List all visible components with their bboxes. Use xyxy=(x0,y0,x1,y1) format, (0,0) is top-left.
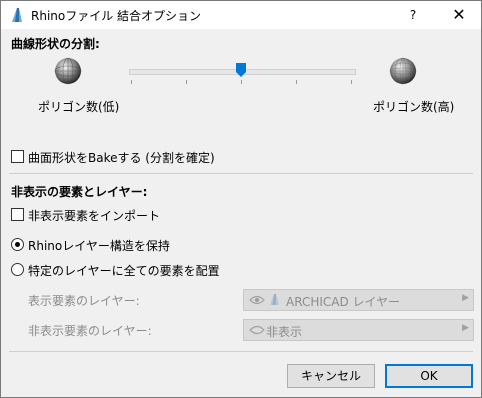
footer-divider xyxy=(9,351,473,352)
bake-checkbox[interactable] xyxy=(11,150,24,163)
low-polygon-label: ポリゴン数(低) xyxy=(38,100,120,114)
place-on-layer-radio[interactable] xyxy=(11,263,24,276)
ok-button[interactable]: OK xyxy=(385,364,473,388)
low-poly-sphere-icon xyxy=(54,57,82,85)
hidden-layer-value: 非表示 xyxy=(266,325,303,339)
help-button[interactable]: ? xyxy=(401,3,425,27)
slider-tick xyxy=(296,80,297,84)
bake-label[interactable]: 曲面形状をBakeする (分割を確定) xyxy=(28,149,215,166)
window-title: Rhinoファイル 結合オプション xyxy=(31,9,202,23)
section-divider xyxy=(9,173,473,174)
dropdown-arrow-icon: ▶ xyxy=(462,293,469,303)
slider-tick xyxy=(186,80,187,84)
layer-icon xyxy=(270,294,279,305)
high-poly-sphere-icon xyxy=(389,57,417,85)
visible-layer-label: 表示要素のレイヤー: xyxy=(28,294,140,308)
visible-layer-value: ARCHICAD レイヤー xyxy=(286,295,401,309)
subdivision-slider-thumb[interactable] xyxy=(236,63,246,77)
visible-layer-dropdown[interactable]: ARCHICAD レイヤー ▶ xyxy=(243,289,474,311)
close-button[interactable]: ✕ xyxy=(443,3,475,27)
title-bar: Rhinoファイル 結合オプション ? ✕ xyxy=(1,1,481,29)
radio-selected-dot xyxy=(15,242,20,247)
import-hidden-label[interactable]: 非表示要素をインポート xyxy=(28,207,160,224)
hidden-elements-heading: 非表示の要素とレイヤー: xyxy=(11,185,148,199)
hidden-layer-dropdown[interactable]: 非表示 ▶ xyxy=(243,319,474,341)
subdivision-heading: 曲線形状の分割: xyxy=(11,37,100,51)
hidden-layer-label: 非表示要素のレイヤー: xyxy=(28,324,152,338)
archicad-app-icon xyxy=(12,8,22,22)
cancel-button[interactable]: キャンセル xyxy=(287,364,375,388)
high-polygon-label: ポリゴン数(高) xyxy=(373,100,455,114)
eye-icon xyxy=(249,295,265,305)
closed-eye-icon xyxy=(249,325,265,335)
dropdown-arrow-icon: ▶ xyxy=(462,323,469,333)
slider-tick xyxy=(241,80,242,84)
keep-rhino-layers-label[interactable]: Rhinoレイヤー構造を保持 xyxy=(28,237,170,254)
place-on-layer-label[interactable]: 特定のレイヤーに全ての要素を配置 xyxy=(28,262,220,279)
slider-tick xyxy=(131,80,132,84)
slider-tick xyxy=(351,80,352,84)
dialog-window: Rhinoファイル 結合オプション ? ✕ 曲線形状の分割: ポリゴン数(低) xyxy=(0,0,482,398)
import-hidden-checkbox[interactable] xyxy=(11,208,24,221)
keep-rhino-layers-radio[interactable] xyxy=(11,238,24,251)
